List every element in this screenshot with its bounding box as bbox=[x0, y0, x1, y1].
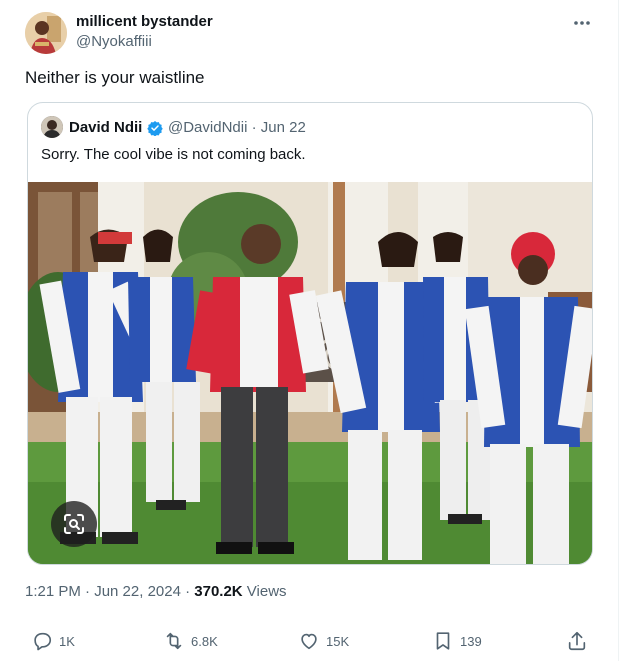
repost-icon bbox=[166, 632, 182, 650]
reply-count: 1K bbox=[59, 633, 75, 649]
repost-count: 6.8K bbox=[191, 633, 218, 649]
share-button[interactable] bbox=[566, 630, 588, 652]
more-dots-icon bbox=[574, 21, 590, 25]
like-count: 15K bbox=[326, 633, 350, 649]
tweet-card: millicent bystander @Nyokaffiii Neither … bbox=[0, 0, 619, 661]
action-bar: 1K 6.8K 15K 139 bbox=[0, 622, 619, 660]
quoted-author-avatar bbox=[41, 116, 63, 138]
camera-search-icon bbox=[64, 514, 84, 534]
views-label: Views bbox=[242, 583, 287, 600]
dancers-photo-image bbox=[28, 182, 592, 564]
quoted-author-handle-date: @DavidNdii · Jun 22 bbox=[168, 119, 306, 136]
tweet-text: Neither is your waistline bbox=[25, 68, 205, 87]
bookmark-icon bbox=[436, 632, 450, 650]
reply-icon bbox=[34, 632, 52, 651]
quoted-tweet-photo[interactable] bbox=[28, 182, 592, 564]
bookmark-button[interactable]: 139 bbox=[432, 630, 482, 652]
quoted-tweet-text: Sorry. The cool vibe is not coming back. bbox=[41, 146, 306, 163]
author-handle[interactable]: @Nyokaffiii bbox=[76, 33, 152, 50]
tweet-timestamp[interactable]: 1:21 PM · Jun 22, 2024 · bbox=[25, 583, 194, 600]
verified-badge-icon bbox=[147, 121, 163, 136]
share-icon bbox=[568, 631, 586, 651]
views-count: 370.2K bbox=[194, 583, 243, 600]
quoted-author-name: David Ndii bbox=[69, 119, 143, 136]
reply-button[interactable]: 1K bbox=[31, 630, 75, 652]
like-button[interactable]: 15K bbox=[298, 630, 349, 652]
heart-icon bbox=[301, 633, 317, 650]
visual-search-button[interactable] bbox=[51, 501, 97, 547]
quoted-tweet[interactable]: David Ndii @DavidNdii · Jun 22 Sorry. Th… bbox=[27, 102, 593, 565]
author-display-name[interactable]: millicent bystander bbox=[76, 13, 213, 30]
bookmark-count: 139 bbox=[460, 633, 482, 649]
repost-button[interactable]: 6.8K bbox=[163, 630, 218, 652]
tweet-meta: 1:21 PM · Jun 22, 2024 · 370.2K Views bbox=[25, 583, 287, 600]
author-avatar[interactable] bbox=[25, 12, 67, 54]
more-options-button[interactable] bbox=[569, 14, 595, 32]
